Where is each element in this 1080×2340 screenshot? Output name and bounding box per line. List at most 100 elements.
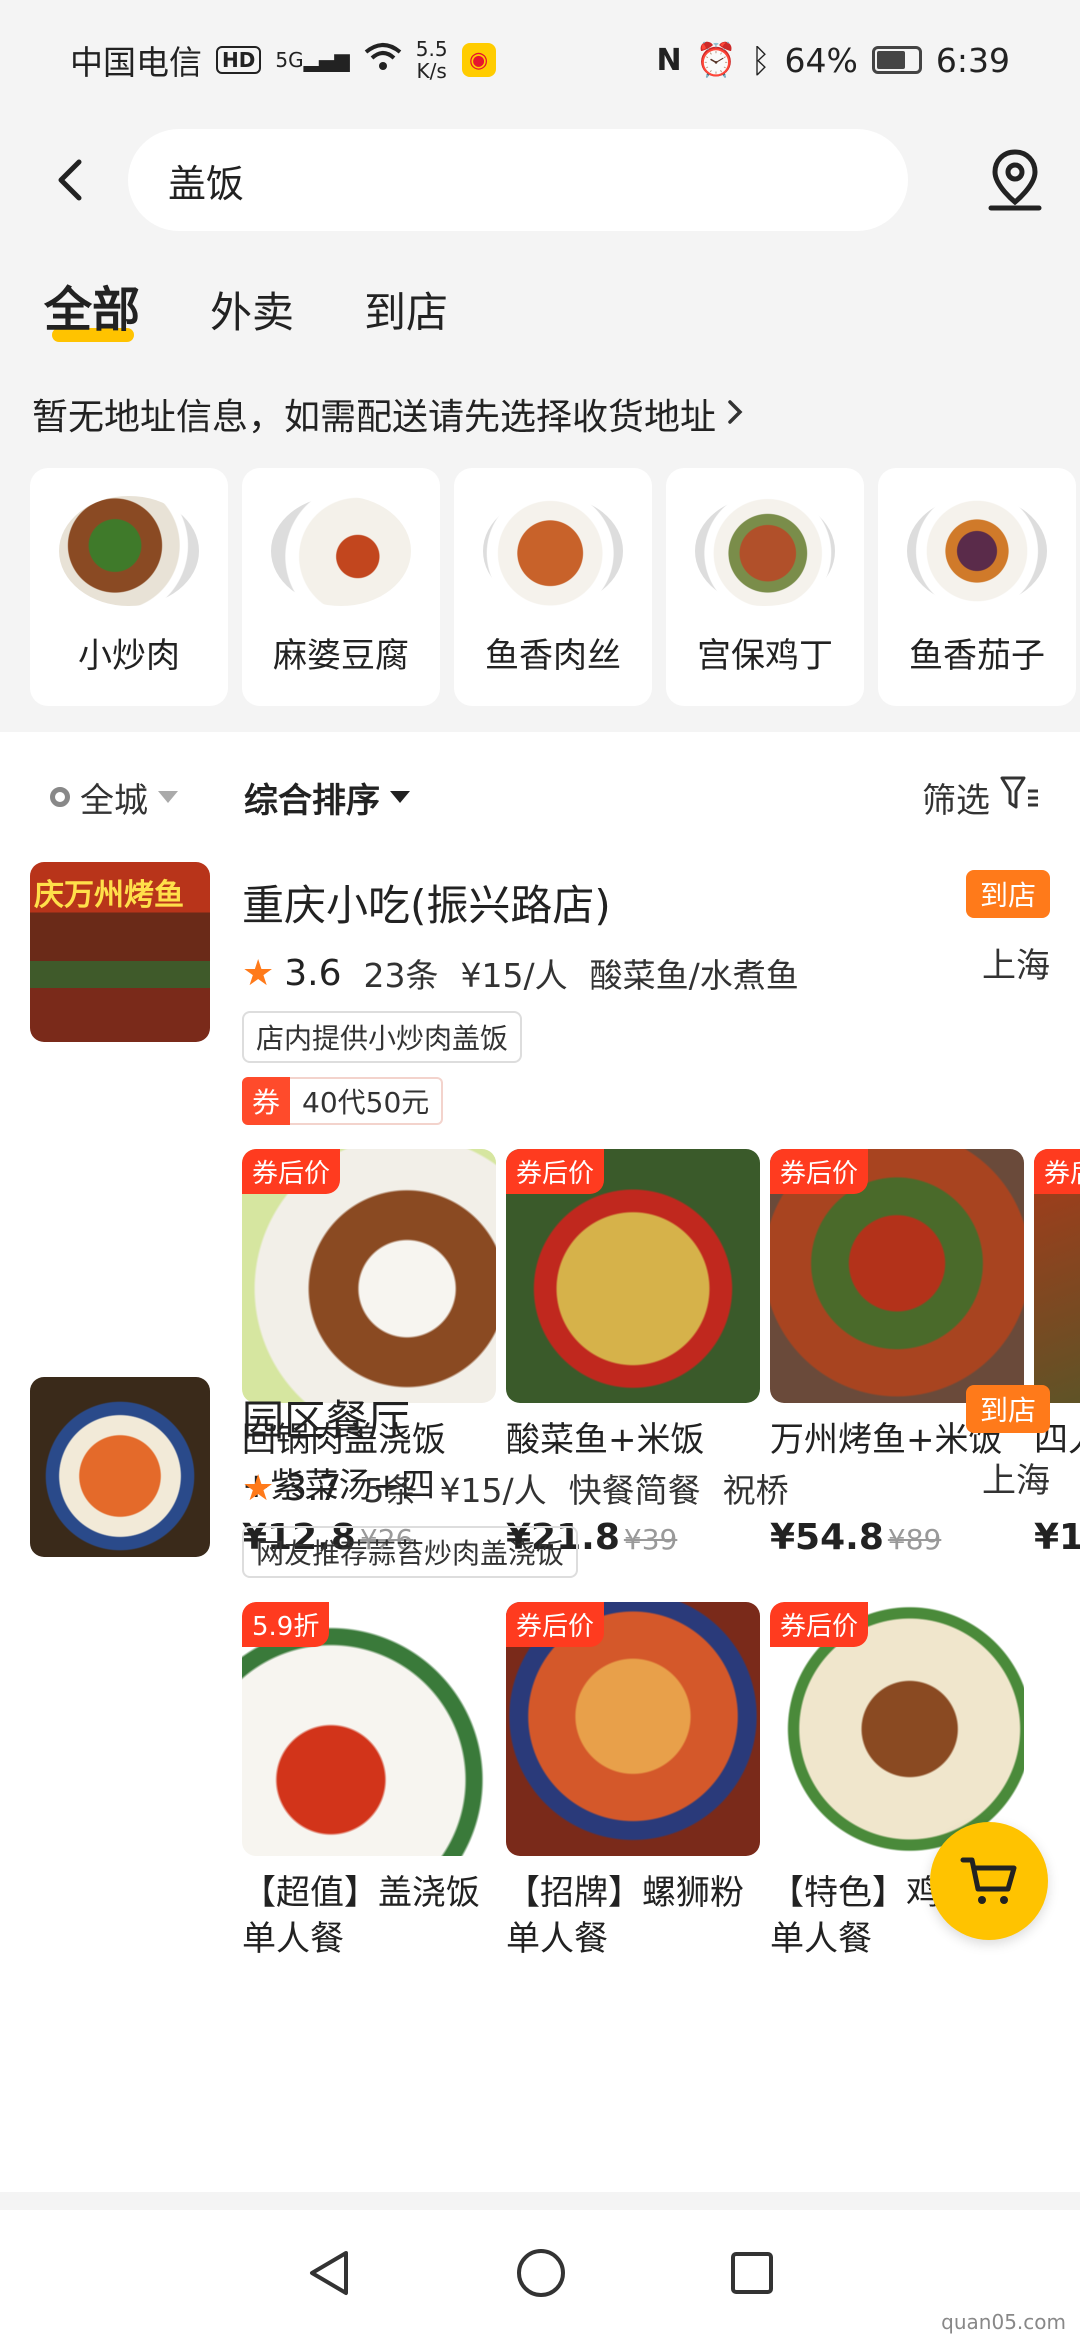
dish-label: 鱼香茄子 xyxy=(909,636,1045,676)
coupon-text: 40代50元 xyxy=(290,1077,444,1125)
system-nav-bar xyxy=(0,2210,1080,2340)
product-card[interactable]: 券后价 【招牌】螺狮粉单人餐 xyxy=(506,1602,760,1962)
product-badge: 券后价 xyxy=(506,1149,605,1194)
cart-icon xyxy=(960,1857,1017,1904)
search-header: 盖饭 xyxy=(0,120,1080,240)
product-image: 券后价 xyxy=(770,1149,1024,1403)
shop-card[interactable]: 园区餐厅 到店 上海 ★ 3.7 5条 ¥15/人 快餐简餐 祝桥 网友推荐蒜苔… xyxy=(0,1377,1080,1962)
shop-meta: ★ 3.7 5条 ¥15/人 快餐简餐 祝桥 xyxy=(242,1464,1080,1512)
product-image: 5.9折 xyxy=(242,1602,496,1856)
tab-all[interactable]: 全部 xyxy=(44,270,140,360)
dish-label: 小炒肉 xyxy=(78,636,180,676)
recommend-chip: 网友推荐蒜苔炒肉盖浇饭 xyxy=(242,1526,579,1578)
coupon[interactable]: 券 40代50元 xyxy=(242,1077,1080,1125)
coupon-mark: 券 xyxy=(242,1077,291,1125)
back-icon[interactable] xyxy=(40,150,100,210)
battery-icon xyxy=(871,46,922,74)
shop-reviews: 23条 xyxy=(363,956,439,995)
nfc-icon: N xyxy=(656,42,682,78)
product-card[interactable]: 5.9折 【超值】盖浇饭单人餐 xyxy=(242,1602,496,1962)
screen-filter-label: 筛选 xyxy=(922,780,990,821)
dish-card-yuxiangrousi[interactable]: 鱼香肉丝 xyxy=(454,468,652,706)
product-badge: 券后价 xyxy=(242,1149,341,1194)
address-hint-text: 暂无地址信息，如需配送请先选择收货地址 xyxy=(32,397,717,438)
shop-area: 祝桥 xyxy=(722,1471,789,1510)
net-speed: 5.5 K/s xyxy=(415,37,448,83)
product-name: 【招牌】螺狮粉单人餐 xyxy=(506,1873,744,1959)
filter-bar: 全城 综合排序 筛选 xyxy=(0,732,1080,862)
dish-image xyxy=(483,496,623,606)
product-badge: 券后 xyxy=(1034,1149,1080,1194)
shop-price-per: ¥15/人 xyxy=(460,956,568,995)
tab-delivery[interactable]: 外卖 xyxy=(210,279,294,360)
wifi-icon xyxy=(364,41,402,80)
status-bar: 中国电信 HD 5G▂▄▆ 5.5 K/s ◉ N ⏰ ᛒ 64% 6:39 xyxy=(0,0,1080,120)
shop-tag: 到店 xyxy=(965,870,1050,918)
recommend-chip: 店内提供小炒肉盖饭 xyxy=(242,1011,523,1063)
shop-reviews: 5条 xyxy=(363,1471,418,1510)
dish-label: 宫保鸡丁 xyxy=(697,636,833,676)
star-icon: ★ xyxy=(242,952,275,994)
dish-label: 麻婆豆腐 xyxy=(273,636,409,676)
dish-label: 鱼香肉丝 xyxy=(485,636,621,676)
shop-thumbnail-text: 庆万州烤鱼 xyxy=(34,878,184,913)
city-filter[interactable]: 全城 xyxy=(50,773,178,822)
search-query: 盖饭 xyxy=(168,161,245,206)
screen-filter[interactable]: 筛选 xyxy=(922,773,1040,822)
product-badge: 券后价 xyxy=(770,1602,869,1647)
location-dot-icon xyxy=(50,787,70,807)
shop-city: 上海 xyxy=(982,946,1050,986)
dish-image xyxy=(271,496,411,606)
dish-image xyxy=(59,496,199,606)
product-badge: 5.9折 xyxy=(242,1602,330,1647)
back-nav-icon[interactable] xyxy=(304,2247,354,2303)
address-hint[interactable]: 暂无地址信息，如需配送请先选择收货地址 xyxy=(0,360,1080,468)
shop-list: 全城 综合排序 筛选 庆万州烤鱼 重庆小吃(振兴路店) 到店 上海 ★ 3.6 … xyxy=(0,732,1080,2192)
battery-percent: 64% xyxy=(784,40,858,80)
bluetooth-icon: ᛒ xyxy=(750,40,771,80)
shop-tag: 到店 xyxy=(965,1385,1050,1433)
dish-image xyxy=(907,496,1047,606)
shop-rating: 3.7 xyxy=(284,1467,342,1509)
shop-price-per: ¥15/人 xyxy=(439,1471,547,1510)
cart-button[interactable] xyxy=(930,1822,1048,1940)
filter-funnel-icon xyxy=(1000,775,1040,820)
location-pin-icon[interactable] xyxy=(980,145,1050,215)
search-input[interactable]: 盖饭 xyxy=(128,129,908,231)
shop-rating: 3.6 xyxy=(284,952,342,994)
star-icon: ★ xyxy=(242,1467,275,1509)
shop-thumbnail: 庆万州烤鱼 xyxy=(30,862,210,1042)
product-badge: 券后价 xyxy=(770,1149,869,1194)
weibo-icon: ◉ xyxy=(461,43,496,77)
dish-card-gongbaojiding[interactable]: 宫保鸡丁 xyxy=(666,468,864,706)
tab-bar: 全部 外卖 到店 xyxy=(0,240,1080,360)
shop-card[interactable]: 庆万州烤鱼 重庆小吃(振兴路店) 到店 上海 ★ 3.6 23条 ¥15/人 酸… xyxy=(0,862,1080,1558)
product-image: 券后价 xyxy=(506,1602,760,1856)
sort-filter[interactable]: 综合排序 xyxy=(244,773,410,822)
dish-card-xiaochaorou[interactable]: 小炒肉 xyxy=(30,468,228,706)
product-badge: 券后价 xyxy=(506,1602,605,1647)
shop-thumbnail xyxy=(30,1377,210,1557)
dish-card-yuxiangqiezi[interactable]: 鱼香茄子 xyxy=(878,468,1076,706)
product-image: 券后 xyxy=(1034,1149,1080,1403)
hd-badge: HD xyxy=(216,46,262,74)
shop-name: 园区餐厅 xyxy=(242,1396,411,1445)
tab-instore[interactable]: 到店 xyxy=(364,279,448,360)
caret-down-icon xyxy=(390,791,410,803)
caret-down-icon xyxy=(158,791,178,803)
home-nav-icon[interactable] xyxy=(514,2246,568,2304)
chevron-right-icon xyxy=(726,394,744,435)
clock: 6:39 xyxy=(935,40,1010,80)
alarm-icon: ⏰ xyxy=(695,40,737,79)
sort-filter-label: 综合排序 xyxy=(244,780,380,821)
dish-category-row: 小炒肉 麻婆豆腐 鱼香肉丝 宫保鸡丁 鱼香茄子 xyxy=(0,468,1080,730)
product-image: 券后价 xyxy=(770,1602,1024,1856)
product-name: 【超值】盖浇饭单人餐 xyxy=(242,1873,480,1959)
shop-category: 酸菜鱼/水煮鱼 xyxy=(589,956,799,995)
carrier-label: 中国电信 xyxy=(70,43,202,82)
recents-nav-icon[interactable] xyxy=(728,2249,776,2301)
shop-meta: ★ 3.6 23条 ¥15/人 酸菜鱼/水煮鱼 xyxy=(242,949,1080,997)
shop-name: 重庆小吃(振兴路店) xyxy=(242,881,611,930)
dish-card-mapodoufu[interactable]: 麻婆豆腐 xyxy=(242,468,440,706)
product-image: 券后价 xyxy=(242,1149,496,1403)
